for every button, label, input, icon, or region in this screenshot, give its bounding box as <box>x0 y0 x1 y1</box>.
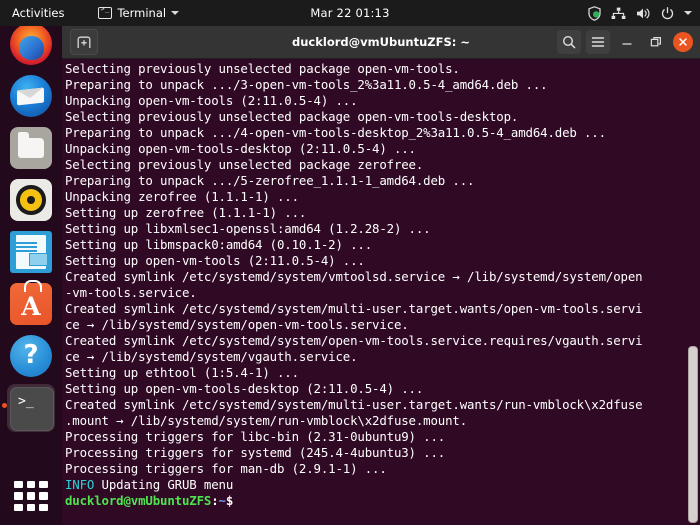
terminal-window: ducklord@vmUbuntuZFS: ~ Selecting previo… <box>62 26 700 525</box>
terminal-line: Created symlink /etc/systemd/system/vmto… <box>65 269 643 284</box>
terminal-line: Setting up ethtool (1:5.4-1) ... <box>65 365 299 380</box>
terminal-line: Setting up open-vm-tools-desktop (2:11.0… <box>65 381 424 396</box>
app-menu-button[interactable]: Terminal <box>98 0 180 26</box>
rhythmbox-icon <box>10 179 52 221</box>
terminal-line: Setting up libxmlsec1-openssl:amd64 (1.2… <box>65 221 431 236</box>
terminal-line: Processing triggers for libc-bin (2.31-0… <box>65 429 446 444</box>
prompt-path: ~ <box>218 493 226 508</box>
prompt-colon: : <box>211 493 219 508</box>
info-text: Updating GRUB menu <box>94 477 234 492</box>
dock-item-thunderbird[interactable] <box>7 72 55 120</box>
chevron-down-icon <box>171 11 180 15</box>
close-icon <box>679 38 687 46</box>
terminal-line: Unpacking open-vm-tools (2:11.0.5-4) ... <box>65 93 358 108</box>
info-tag: INFO <box>65 477 95 492</box>
new-tab-icon <box>77 36 91 48</box>
terminal-line: Setting up open-vm-tools (2:11.0.5-4) ..… <box>65 253 365 268</box>
terminal-line: Preparing to unpack .../4-open-vm-tools-… <box>65 125 606 140</box>
shell-prompt[interactable]: ducklord@vmUbuntuZFS:~$ <box>65 493 686 509</box>
gnome-top-bar: Activities Terminal Mar 22 01:13 <box>0 0 700 26</box>
terminal-info-line: INFO Updating GRUB menu <box>65 477 686 493</box>
new-tab-button[interactable] <box>70 29 98 55</box>
terminal-output: Selecting previously unselected package … <box>65 61 686 509</box>
chevron-down-icon[interactable] <box>684 11 692 15</box>
terminal-line: ce → /lib/systemd/system/open-vm-tools.s… <box>65 317 409 332</box>
search-icon <box>562 35 576 49</box>
terminal-line: ce → /lib/systemd/system/vgauth.service. <box>65 349 358 364</box>
terminal-line: .mount → /lib/systemd/system/run-vmblock… <box>65 413 468 428</box>
terminal-line: Unpacking zerofree (1.1.1-1) ... <box>65 189 299 204</box>
libreoffice-writer-icon <box>10 231 52 273</box>
terminal-line: Unpacking open-vm-tools-desktop (2:11.0.… <box>65 141 416 156</box>
launcher-dock: A ? >_ <box>0 23 62 525</box>
power-icon <box>661 6 674 20</box>
terminal-icon <box>98 5 113 19</box>
search-button[interactable] <box>557 30 581 54</box>
dock-item-firefox[interactable] <box>7 20 55 68</box>
terminal-line: Selecting previously unselected package … <box>65 157 424 172</box>
dock-item-terminal[interactable]: >_ <box>2 384 55 432</box>
terminal-line: Preparing to unpack .../5-zerofree_1.1.1… <box>65 173 475 188</box>
running-indicator-dot <box>2 403 7 408</box>
terminal-body[interactable]: Selecting previously unselected package … <box>62 59 700 525</box>
terminal-line: Created symlink /etc/systemd/system/mult… <box>65 301 643 316</box>
terminal-line: Preparing to unpack .../3-open-vm-tools_… <box>65 77 548 92</box>
terminal-app-icon: >_ <box>10 387 54 431</box>
terminal-line: -vm-tools.service. <box>65 285 197 300</box>
scrollbar-thumb[interactable] <box>688 346 698 523</box>
restore-icon <box>650 37 661 47</box>
shield-icon <box>588 5 601 21</box>
clock-label[interactable]: Mar 22 01:13 <box>310 6 389 20</box>
window-controls <box>557 26 693 58</box>
prompt-user-host: ducklord@vmUbuntuZFS <box>65 493 212 508</box>
maximize-button[interactable] <box>644 30 668 54</box>
minimize-button[interactable] <box>615 30 639 54</box>
terminal-line: Created symlink /etc/systemd/system/mult… <box>65 397 643 412</box>
dock-item-rhythmbox[interactable] <box>7 176 55 224</box>
system-status-area[interactable] <box>588 0 692 26</box>
app-menu-label: Terminal <box>117 6 167 20</box>
dock-item-ubuntu-software[interactable]: A <box>7 280 55 328</box>
terminal-line: Selecting previously unselected package … <box>65 61 460 76</box>
show-applications-button[interactable] <box>14 481 48 511</box>
dock-item-libreoffice-writer[interactable] <box>7 228 55 276</box>
hamburger-icon <box>591 37 605 47</box>
window-titlebar[interactable]: ducklord@vmUbuntuZFS: ~ <box>62 26 700 59</box>
dock-item-files[interactable] <box>7 124 55 172</box>
terminal-scrollbar[interactable] <box>688 59 700 525</box>
terminal-line: Selecting previously unselected package … <box>65 109 519 124</box>
ubuntu-software-icon: A <box>10 280 52 325</box>
menu-button[interactable] <box>586 30 610 54</box>
terminal-line: Setting up zerofree (1.1.1-1) ... <box>65 205 307 220</box>
activities-button[interactable]: Activities <box>0 0 74 26</box>
terminal-line: Created symlink /etc/systemd/system/open… <box>65 333 643 348</box>
terminal-line: Processing triggers for systemd (245.4-4… <box>65 445 446 460</box>
volume-icon <box>636 7 651 20</box>
minimize-icon <box>622 43 632 45</box>
firefox-icon <box>10 23 52 65</box>
terminal-line: Setting up libmspack0:amd64 (0.10.1-2) .… <box>65 237 373 252</box>
close-button[interactable] <box>673 32 693 52</box>
dock-item-help[interactable]: ? <box>7 332 55 380</box>
network-icon <box>611 7 626 20</box>
thunderbird-icon <box>10 75 52 117</box>
prompt-sigil: $ <box>225 493 234 508</box>
terminal-line: Processing triggers for man-db (2.9.1-1)… <box>65 461 387 476</box>
help-icon: ? <box>10 335 52 377</box>
files-icon <box>10 127 52 169</box>
desktop-screen: Activities Terminal Mar 22 01:13 <box>0 0 700 525</box>
